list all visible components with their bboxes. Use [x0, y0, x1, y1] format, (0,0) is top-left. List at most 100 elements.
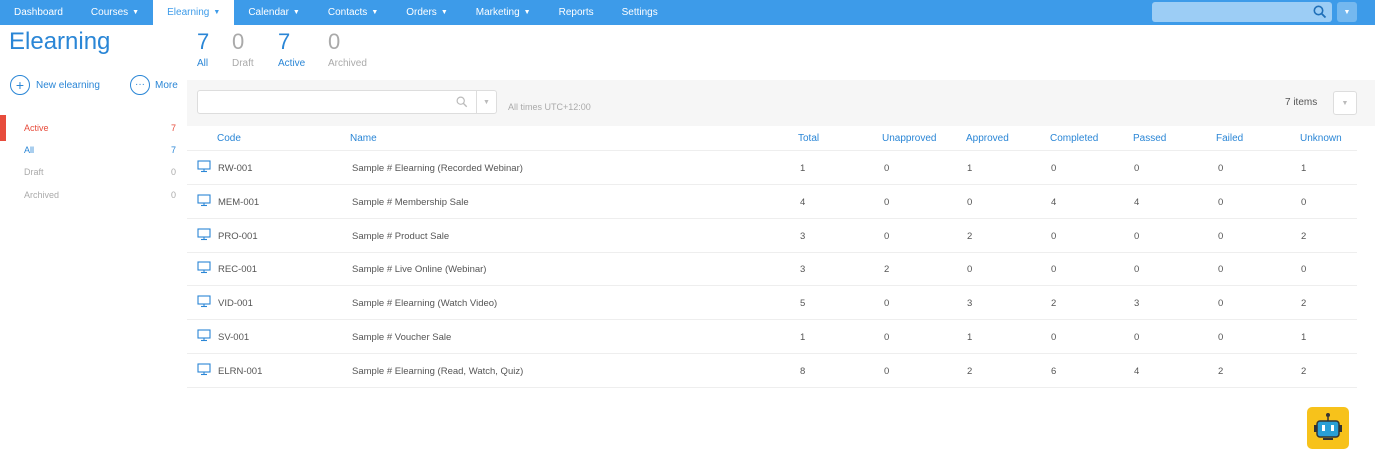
search-input[interactable]: ▼ [197, 90, 497, 114]
cell-name: Sample # Live Online (Webinar) [352, 264, 487, 276]
chevron-down-icon: ▼ [483, 98, 490, 106]
nav-dashboard[interactable]: Dashboard [0, 0, 77, 25]
monitor-icon [197, 228, 211, 240]
search-options-button[interactable]: ▼ [1337, 2, 1357, 22]
cell-name: Sample # Voucher Sale [352, 332, 452, 343]
more-button[interactable]: ··· More [130, 75, 178, 95]
cell-failed: 2 [1218, 365, 1224, 377]
chevron-down-icon: ▼ [132, 9, 140, 16]
cell-approved: 2 [967, 365, 973, 377]
nav-reports[interactable]: Reports [545, 0, 608, 25]
table-row[interactable]: PRO-001 Sample # Product Sale 3 0 2 0 0 0 2 [187, 219, 1357, 253]
nav-dashboard-label: Dashboard [14, 7, 63, 18]
nav-contacts-label: Contacts [327, 7, 368, 18]
sidebar-item-label: All [24, 145, 35, 155]
cell-code: REC-001 [218, 264, 258, 276]
sidebar-item-draft[interactable]: Draft 0 [0, 162, 180, 182]
column-header-approved[interactable]: Approved [966, 133, 1009, 144]
nav-courses-label: Courses [90, 7, 129, 18]
cell-failed: 0 [1218, 163, 1224, 174]
cell-unapproved: 0 [884, 332, 890, 343]
table-row[interactable]: SV-001 Sample # Voucher Sale 1 0 1 0 0 0 1 [187, 320, 1357, 354]
sidebar-item-count: 0 [170, 190, 176, 200]
stat-archived[interactable]: 0 Archived [328, 29, 367, 70]
cell-passed: 0 [1134, 230, 1140, 242]
new-elearning-button[interactable]: + New elearning [10, 75, 100, 95]
nav-elearning[interactable]: Elearning ▼ [153, 0, 235, 25]
table-row[interactable]: RW-001 Sample # Elearning (Recorded Webin… [187, 151, 1357, 185]
cell-unapproved: 0 [884, 365, 890, 377]
nav-contacts[interactable]: Contacts ▼ [314, 0, 392, 25]
nav-marketing[interactable]: Marketing ▼ [462, 0, 545, 25]
cell-passed: 4 [1134, 365, 1140, 377]
column-header-code[interactable]: Code [217, 133, 241, 144]
nav-calendar[interactable]: Calendar ▼ [234, 0, 314, 25]
chevron-down-icon: ▼ [292, 9, 300, 16]
monitor-icon [197, 194, 211, 206]
cell-total: 4 [800, 196, 806, 208]
table-row[interactable]: VID-001 Sample # Elearning (Watch Video) 5… [187, 286, 1357, 321]
cell-name: Sample # Elearning (Read, Watch, Quiz) [352, 365, 524, 377]
cell-total: 1 [800, 332, 806, 343]
search-icon[interactable] [1313, 5, 1327, 19]
table-row[interactable]: ELRN-001 Sample # Elearning (Read, Watch,… [187, 354, 1357, 388]
cell-passed: 0 [1134, 332, 1140, 343]
chat-bot-button[interactable] [1307, 407, 1349, 449]
column-header-unknown[interactable]: Unknown [1300, 133, 1342, 144]
column-header-name[interactable]: Name [350, 133, 377, 144]
cell-unapproved: 0 [884, 163, 890, 174]
cell-total: 3 [800, 264, 806, 276]
cell-failed: 0 [1218, 196, 1224, 208]
table-row[interactable]: REC-001 Sample # Live Online (Webinar) 3 2 0… [187, 252, 1357, 287]
cell-completed: 0 [1051, 163, 1057, 174]
cell-code: VID-001 [218, 298, 253, 310]
column-header-unapproved[interactable]: Unapproved [882, 133, 936, 144]
sidebar-item-all[interactable]: All 7 [0, 140, 180, 160]
stat-active[interactable]: 7 Active [278, 30, 305, 70]
timezone-note: All times UTC+12:00 [508, 102, 591, 112]
items-count: 7 items [1285, 97, 1318, 108]
cell-failed: 0 [1218, 298, 1224, 310]
column-header-total[interactable]: Total [798, 133, 819, 144]
nav-calendar-label: Calendar [248, 7, 289, 18]
stat-number: 0 [328, 29, 341, 54]
sidebar-item-archived[interactable]: Archived 0 [0, 185, 180, 205]
nav-courses[interactable]: Courses ▼ [77, 0, 153, 25]
nav-elearning-label: Elearning [167, 7, 210, 18]
cell-unapproved: 0 [884, 196, 890, 208]
cell-total: 5 [800, 298, 806, 310]
search-icon[interactable] [456, 96, 468, 108]
cell-total: 1 [800, 163, 806, 174]
chevron-down-icon: ▼ [523, 9, 531, 16]
column-header-failed[interactable]: Failed [1216, 133, 1243, 144]
cell-completed: 0 [1051, 332, 1057, 343]
column-header-completed[interactable]: Completed [1050, 133, 1098, 144]
nav-orders-label: Orders [406, 7, 437, 18]
cell-unknown: 2 [1301, 298, 1307, 310]
stat-draft[interactable]: 0 Draft [232, 30, 254, 70]
cell-approved: 0 [967, 264, 973, 276]
sidebar-item-count: 0 [170, 167, 176, 177]
global-search-input[interactable] [1152, 2, 1332, 22]
new-elearning-label: New elearning [36, 79, 100, 91]
view-options-dropdown[interactable]: ▼ [1333, 91, 1357, 115]
cell-code: MEM-001 [218, 196, 260, 208]
stat-all[interactable]: 7 All [197, 30, 209, 70]
nav-settings[interactable]: Settings [608, 0, 672, 25]
cell-name: Sample # Elearning (Recorded Webinar) [352, 163, 523, 174]
nav-orders[interactable]: Orders ▼ [392, 0, 462, 25]
sidebar-item-label: Archived [24, 190, 60, 200]
chevron-down-icon: ▼ [440, 9, 448, 16]
cell-passed: 4 [1134, 196, 1140, 208]
monitor-icon [197, 363, 211, 375]
table-row[interactable]: MEM-001 Sample # Membership Sale 4 0 0 4 4 0 0 [187, 185, 1357, 219]
cell-name: Sample # Elearning (Watch Video) [352, 298, 498, 310]
sidebar-item-active[interactable]: Active 7 [0, 115, 180, 141]
column-header-passed[interactable]: Passed [1133, 133, 1166, 144]
chevron-down-icon: ▼ [213, 9, 221, 16]
search-filter-dropdown[interactable]: ▼ [476, 91, 496, 113]
stat-label: Archived [328, 58, 367, 69]
chevron-down-icon: ▼ [1343, 8, 1351, 16]
filter-bar: ▼ All times UTC+12:00 7 items ▼ [187, 80, 1375, 126]
cell-code: RW-001 [218, 163, 253, 174]
